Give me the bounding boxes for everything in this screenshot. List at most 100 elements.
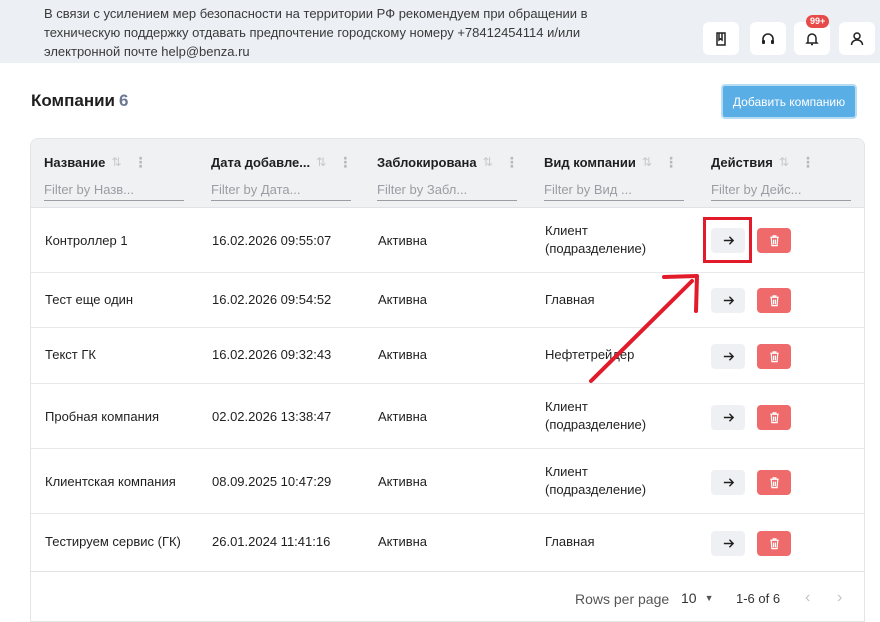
company-status: Активна: [378, 347, 428, 362]
caret-down-icon: ▼: [704, 593, 714, 603]
table-header: Название ⇅ ⋮ Дата добавле... ⇅ ⋮ Заблоки…: [31, 139, 864, 208]
column-date: Дата добавле... ⇅ ⋮: [211, 153, 352, 203]
company-name: Контроллер 1: [45, 233, 128, 248]
arrow-right-icon: [723, 236, 734, 245]
company-type: Главная: [545, 292, 595, 307]
company-status: Активна: [378, 474, 428, 489]
company-name: Пробная компания: [45, 409, 160, 424]
company-name: Клиентская компания: [45, 474, 176, 489]
company-type: Главная: [545, 534, 595, 549]
bell-icon: [805, 32, 819, 45]
open-company-button[interactable]: [711, 228, 745, 253]
company-status: Активна: [378, 534, 428, 549]
company-date: 16.02.2026 09:55:07: [212, 233, 332, 248]
filter-blocked-input[interactable]: [377, 179, 517, 201]
column-type-label: Вид компании: [544, 154, 636, 170]
column-menu-icon[interactable]: ⋮: [801, 154, 815, 171]
open-company-button[interactable]: [711, 531, 745, 556]
delete-company-button[interactable]: [757, 288, 791, 313]
table-row[interactable]: Клиентская компания 08.09.2025 10:47:29 …: [31, 449, 864, 514]
delete-company-button[interactable]: [757, 531, 791, 556]
column-menu-icon[interactable]: ⋮: [664, 154, 678, 171]
companies-table: Название ⇅ ⋮ Дата добавле... ⇅ ⋮ Заблоки…: [30, 138, 865, 622]
column-actions-label: Действия: [711, 154, 773, 170]
trash-icon: [769, 477, 779, 489]
rows-per-page-label: Rows per page: [575, 591, 670, 607]
table-row[interactable]: Тест еще один 16.02.2026 09:54:52 Активн…: [31, 273, 864, 328]
arrow-right-icon: [723, 478, 734, 487]
trash-icon: [769, 235, 779, 247]
column-date-label: Дата добавле...: [211, 154, 311, 170]
sort-icon[interactable]: ⇅: [642, 155, 652, 169]
company-status: Активна: [378, 233, 428, 248]
headset-icon: [762, 32, 774, 44]
company-type: Клиент (подразделение): [545, 399, 647, 432]
company-type: Нефтетрейдер: [545, 347, 635, 362]
company-status: Активна: [378, 292, 428, 307]
profile-button[interactable]: [839, 22, 875, 55]
delete-company-button[interactable]: [757, 405, 791, 430]
company-date: 02.02.2026 13:38:47: [212, 409, 332, 424]
add-company-button[interactable]: Добавить компанию: [721, 84, 857, 119]
table-row[interactable]: Контроллер 1 16.02.2026 09:55:07 Активна…: [31, 208, 864, 273]
company-name: Тестируем сервис (ГК): [45, 534, 181, 549]
prev-page-icon[interactable]: ‹: [805, 589, 810, 607]
delete-company-button[interactable]: [757, 470, 791, 495]
sort-icon[interactable]: ⇅: [111, 155, 121, 169]
arrow-right-icon: [723, 413, 734, 422]
support-button[interactable]: [750, 22, 786, 55]
column-menu-icon[interactable]: ⋮: [505, 154, 519, 171]
arrow-right-icon: [723, 296, 734, 305]
company-type: Клиент (подразделение): [545, 223, 647, 256]
page-title: Компании 6: [31, 91, 128, 111]
table-row[interactable]: Тестируем сервис (ГК) 26.01.2024 11:41:1…: [31, 514, 864, 571]
open-company-button[interactable]: [711, 344, 745, 369]
arrow-right-icon: [723, 352, 734, 361]
company-count: 6: [119, 91, 129, 110]
user-icon: [850, 31, 864, 45]
company-name: Текст ГК: [45, 347, 96, 362]
company-date: 16.02.2026 09:32:43: [212, 347, 332, 362]
column-menu-icon[interactable]: ⋮: [133, 154, 147, 171]
delete-company-button[interactable]: [757, 344, 791, 369]
open-company-button[interactable]: [711, 288, 745, 313]
top-notice-bar: В связи с усилением мер безопасности на …: [0, 0, 880, 63]
rows-per-page-select[interactable]: 10 ▼: [681, 590, 714, 606]
trash-icon: [769, 295, 779, 307]
sort-icon[interactable]: ⇅: [483, 155, 493, 169]
page-title-text: Компании: [31, 91, 116, 110]
pagination-range: 1-6 of 6: [736, 591, 781, 606]
filter-type-input[interactable]: [544, 179, 684, 201]
table-row[interactable]: Пробная компания 02.02.2026 13:38:47 Акт…: [31, 384, 864, 449]
trash-icon: [769, 351, 779, 363]
company-name: Тест еще один: [45, 292, 134, 307]
open-company-button[interactable]: [711, 405, 745, 430]
column-name-label: Название: [44, 154, 106, 170]
column-blocked: Заблокирована ⇅ ⋮: [377, 153, 519, 203]
filter-name-input[interactable]: [44, 179, 184, 201]
next-page-icon[interactable]: ›: [837, 589, 842, 607]
filter-date-input[interactable]: [211, 179, 351, 201]
rows-per-page-value: 10: [681, 590, 697, 606]
trash-icon: [769, 538, 779, 550]
column-menu-icon[interactable]: ⋮: [338, 154, 352, 171]
column-name: Название ⇅ ⋮: [44, 153, 184, 203]
column-type: Вид компании ⇅ ⋮: [544, 153, 684, 203]
trash-icon: [769, 412, 779, 424]
sort-icon[interactable]: ⇅: [316, 155, 326, 169]
company-type: Клиент (подразделение): [545, 464, 647, 497]
security-notice: В связи с усилением мер безопасности на …: [44, 6, 588, 59]
notifications-button[interactable]: 99+: [794, 15, 830, 55]
sort-icon[interactable]: ⇅: [779, 155, 789, 169]
docs-button[interactable]: [703, 22, 739, 55]
column-blocked-label: Заблокирована: [377, 154, 477, 170]
pagination-footer: Rows per page 10 ▼ 1-6 of 6 ‹ ›: [31, 571, 864, 621]
open-company-button[interactable]: [711, 470, 745, 495]
company-status: Активна: [378, 409, 428, 424]
table-row[interactable]: Текст ГК 16.02.2026 09:32:43 Активна Неф…: [31, 328, 864, 384]
delete-company-button[interactable]: [757, 228, 791, 253]
book-icon: [716, 31, 726, 46]
company-date: 26.01.2024 11:41:16: [212, 534, 331, 549]
filter-actions-input[interactable]: [711, 179, 851, 201]
company-date: 08.09.2025 10:47:29: [212, 474, 332, 489]
